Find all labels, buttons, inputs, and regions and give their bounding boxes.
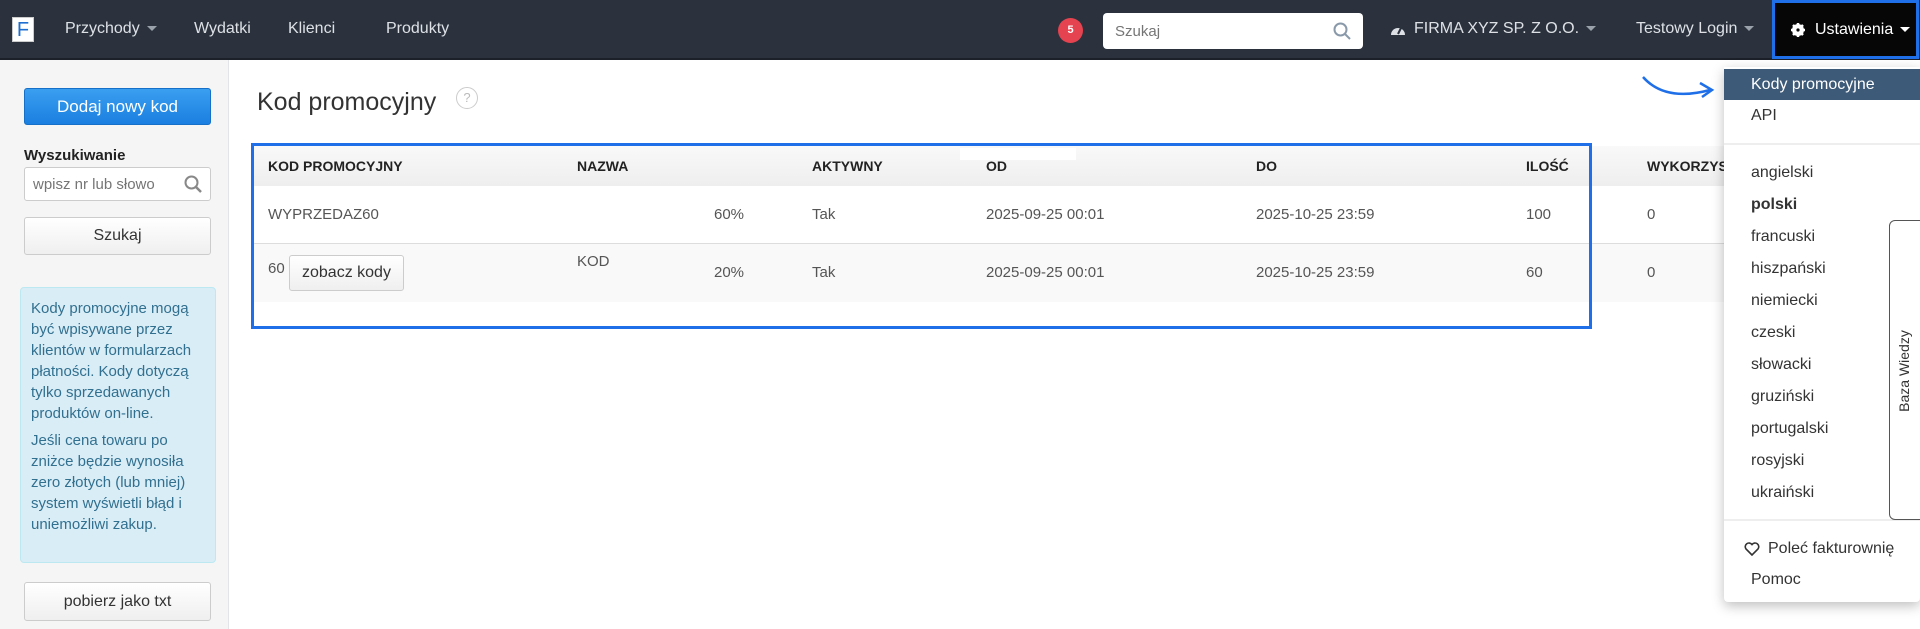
knowledge-base-tab[interactable]: Baza Wiedzy [1889,220,1920,520]
info-text: Kody promocyjne mogą być wpisywane przez… [31,300,192,422]
divider [1724,143,1920,145]
info-box: Kody promocyjne mogą być wpisywane przez… [20,287,216,563]
info-text: Jeśli cena towaru po zniżce będzie wynos… [31,432,186,533]
nav-produkty[interactable]: Produkty [386,0,449,58]
user-name: Testowy Login [1636,20,1738,37]
menu-item-promo-codes[interactable]: Kody promocyjne [1724,69,1920,100]
used-cell: 0 [1647,264,1656,281]
caret-down-icon [146,26,157,32]
knowledge-base-label: Baza Wiedzy [1896,330,1912,412]
notification-badge[interactable]: 5 [1058,18,1083,43]
header-mask [960,148,1076,160]
sidebar: Dodaj nowy kod Wyszukiwanie Szukaj Kody … [0,60,229,629]
caret-down-icon [1586,26,1597,32]
user-menu[interactable]: Testowy Login [1636,0,1755,58]
top-search [1103,13,1363,49]
page-title: Kod promocyjny [257,88,437,116]
used-cell: 0 [1647,206,1656,223]
caret-down-icon [1744,26,1755,32]
nav-przychody[interactable]: Przychody [65,0,157,58]
top-navbar: F Przychody Wydatki Klienci Produkty 5 F… [0,0,1920,60]
menu-label: Poleć fakturownię [1768,540,1895,557]
curved-arrow-icon [1642,76,1715,99]
download-txt-button[interactable]: pobierz jako txt [24,582,211,621]
search-label: Wyszukiwanie [24,147,126,164]
company-name: FIRMA XYZ SP. Z O.O. [1414,20,1580,37]
company-menu[interactable]: FIRMA XYZ SP. Z O.O. [1390,0,1597,58]
nav-label: Przychody [65,20,140,37]
top-search-input[interactable] [1103,13,1323,49]
search-button[interactable]: Szukaj [24,217,211,255]
gear-icon [1791,22,1805,37]
search-icon[interactable] [184,175,202,193]
divider [1724,519,1920,521]
dashboard-icon [1391,27,1405,35]
help-icon[interactable]: ? [456,87,478,109]
table-highlight-box [251,143,1592,329]
search-icon[interactable] [1333,22,1351,40]
column-header[interactable]: WYKORZYS [1647,146,1728,186]
language-item[interactable]: polski [1724,189,1920,221]
nav-wydatki[interactable]: Wydatki [194,0,251,58]
menu-item-recommend[interactable]: Poleć fakturownię [1724,533,1920,565]
menu-item-help[interactable]: Pomoc [1724,564,1920,596]
sidebar-search-input[interactable] [25,168,175,200]
language-item[interactable]: angielski [1724,157,1920,189]
app-logo[interactable]: F [12,17,34,42]
sidebar-search [24,167,211,201]
nav-klienci[interactable]: Klienci [288,0,335,58]
menu-item-api[interactable]: API [1724,100,1920,132]
settings-menu[interactable]: Ustawienia [1772,0,1919,59]
settings-label: Ustawienia [1815,21,1894,38]
add-code-button[interactable]: Dodaj nowy kod [24,88,211,125]
caret-down-icon [1900,27,1911,33]
heart-icon [1744,542,1760,556]
